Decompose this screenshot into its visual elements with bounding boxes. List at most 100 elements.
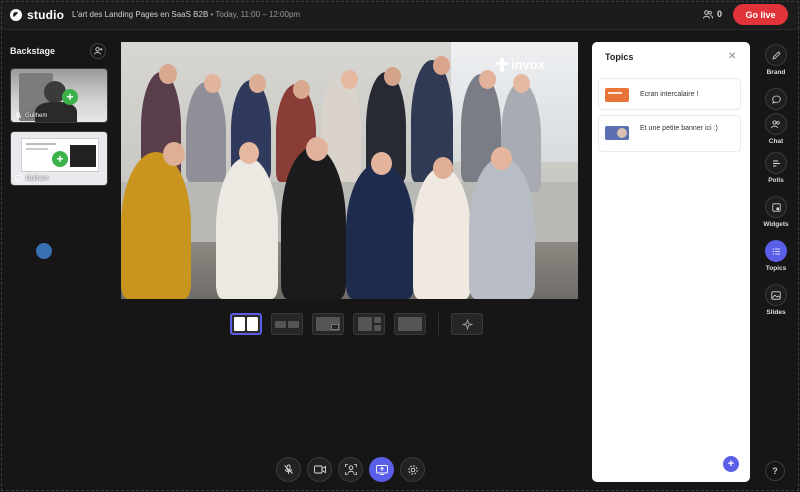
rail-label: Polls: [768, 177, 784, 184]
layout-single[interactable]: [394, 313, 426, 335]
layout-two-side-by-side[interactable]: [230, 313, 262, 335]
rail-chat[interactable]: Chat: [760, 88, 792, 145]
add-screen-to-stage-button[interactable]: +: [52, 151, 68, 167]
session-name: L'art des Landing Pages en SaaS B2B: [72, 10, 209, 19]
topics-icon: [765, 240, 787, 262]
layout-slot: [275, 320, 286, 328]
studio-logo[interactable]: studio: [10, 8, 64, 22]
topics-title: Topics: [605, 52, 634, 62]
layout-main-with-side[interactable]: [353, 313, 385, 335]
face: [491, 147, 512, 170]
team-member: [413, 167, 471, 299]
layout-slot: [247, 317, 258, 331]
brand-logo-icon: [496, 57, 508, 72]
rail-brand[interactable]: Brand: [760, 44, 792, 76]
chat-icon: [765, 88, 787, 110]
pen-icon: [765, 44, 787, 66]
chat-icon-glyph: [771, 95, 781, 104]
team-member: [281, 147, 346, 299]
rail-widgets[interactable]: Widgets: [760, 196, 792, 228]
screen-share-label: Guilhem: [15, 175, 48, 182]
share-screen-button[interactable]: [369, 457, 394, 482]
layout-slot: [316, 317, 340, 331]
layout-selector: [230, 313, 483, 335]
topic-thumbnail: [605, 126, 629, 140]
sparkle-icon: [461, 318, 473, 330]
face: [433, 157, 453, 179]
close-icon[interactable]: ✕: [728, 51, 736, 62]
rail-label: Brand: [766, 69, 786, 76]
pointer-indicator: [36, 243, 52, 259]
studio-logo-icon: [10, 9, 22, 21]
rail-label: Chat: [768, 138, 784, 145]
session-title: L'art des Landing Pages en SaaS B2B • To…: [72, 10, 300, 19]
slides-icon: [765, 284, 787, 306]
team-member: [186, 82, 226, 182]
backstage-participant[interactable]: + Guilhem: [10, 68, 108, 123]
backstage-screen-share[interactable]: + Guilhem: [10, 131, 108, 186]
topics-panel: Topics ✕ Ecran intercalaire ! Et une pet…: [592, 42, 750, 482]
viewer-count[interactable]: 0: [703, 9, 722, 19]
face: [293, 80, 310, 99]
backstage-title: Backstage: [10, 46, 56, 56]
face: [306, 137, 328, 161]
add-to-stage-button[interactable]: +: [62, 89, 78, 105]
preview-video: [70, 145, 96, 167]
camera-button[interactable]: [307, 457, 332, 482]
slides-icon-glyph: [771, 290, 781, 300]
topic-item[interactable]: Et une petite banner ici :): [598, 115, 741, 152]
topic-item[interactable]: Ecran intercalaire !: [598, 78, 741, 110]
rail-polls[interactable]: Polls: [760, 152, 792, 184]
topic-text: Ecran intercalaire !: [640, 91, 699, 98]
session-schedule: • Today, 11:00 – 12:00pm: [210, 10, 301, 19]
layout-slot-column: [373, 317, 381, 331]
share-screen-icon: [375, 464, 388, 475]
layout-slot: [357, 317, 372, 331]
settings-button[interactable]: [400, 457, 425, 482]
face: [159, 64, 177, 84]
widgets-icon: [765, 196, 787, 218]
layout-picture-in-picture[interactable]: [312, 313, 344, 335]
layout-magic[interactable]: [451, 313, 483, 335]
users-icon: [703, 9, 713, 19]
layout-two-small[interactable]: [271, 313, 303, 335]
rail-slides[interactable]: Slides: [760, 284, 792, 316]
brand-logo-text: invox: [511, 57, 545, 72]
widgets-icon-glyph: [771, 202, 781, 212]
face: [384, 67, 401, 86]
stage-canvas[interactable]: invox: [121, 42, 578, 299]
mic-off-icon: [284, 464, 293, 474]
go-live-button[interactable]: Go live: [733, 4, 788, 25]
preview-line: [26, 148, 48, 150]
call-controls: [276, 457, 425, 482]
participant-name: Guilhem: [25, 112, 48, 119]
mic-off-icon: [15, 112, 22, 119]
topic-thumbnail: [605, 88, 629, 102]
invite-guest-button[interactable]: [90, 43, 106, 59]
participant-label: Guilhem: [15, 112, 47, 119]
help-button[interactable]: ?: [765, 461, 785, 481]
preview-line: [26, 143, 56, 145]
mute-button[interactable]: [276, 457, 301, 482]
person-frame-icon: [344, 464, 357, 475]
rail-topics[interactable]: Topics: [760, 240, 792, 272]
participants-button[interactable]: [338, 457, 363, 482]
polls-icon-glyph: [772, 160, 780, 166]
app-name: studio: [27, 8, 65, 22]
team-member: [469, 157, 535, 299]
team-member: [216, 157, 278, 299]
topics-icon-glyph: [772, 247, 780, 255]
add-topic-button[interactable]: +: [723, 456, 739, 472]
layout-slot: [234, 317, 245, 331]
rail-label: Slides: [766, 309, 786, 316]
team-member: [346, 162, 414, 299]
face: [479, 70, 496, 89]
top-bar: studio L'art des Landing Pages en SaaS B…: [0, 0, 800, 30]
layout-divider: [438, 313, 439, 335]
thumbnail-person: [617, 128, 627, 138]
face: [163, 142, 185, 166]
layout-slot-inset: [331, 324, 339, 330]
face: [204, 74, 221, 93]
polls-icon: [765, 152, 787, 174]
camera-icon: [313, 465, 326, 474]
